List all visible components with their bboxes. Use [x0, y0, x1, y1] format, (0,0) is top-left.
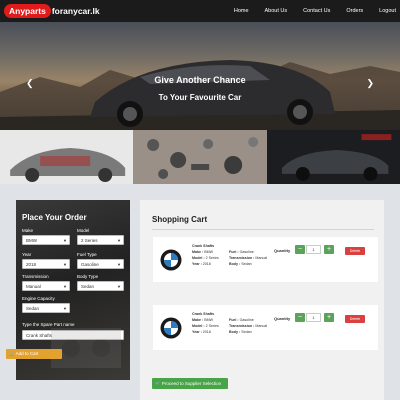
chevron-down-icon: ▼: [117, 262, 121, 267]
hero-subheading: To Your Favourite Car: [158, 93, 242, 102]
engine-capacity-label: Engine Capacity: [22, 296, 55, 301]
chevron-down-icon: ▼: [117, 238, 121, 243]
body-type-select[interactable]: Sedan ▼: [77, 281, 124, 291]
decrement-button[interactable]: −: [295, 313, 305, 322]
transmission-label: Transmission: [22, 274, 49, 279]
audi-car-image: [266, 130, 400, 184]
item-make: BMW: [204, 250, 213, 254]
nav-about[interactable]: About Us: [265, 8, 288, 14]
chevron-down-icon: ▼: [63, 306, 67, 311]
chevron-down-icon: ▼: [63, 262, 67, 267]
quantity-input[interactable]: 1: [306, 245, 321, 254]
delete-button[interactable]: Delete: [345, 247, 365, 255]
year-label: Year: [22, 252, 32, 257]
nav-home[interactable]: Home: [234, 8, 249, 14]
site-logo[interactable]: Anyparts foranycar.lk: [4, 4, 100, 18]
order-title: Place Your Order: [22, 213, 87, 222]
image-strip: [0, 130, 400, 184]
cart-item: Crank Shafts Make : BMW Model : 2 Series…: [153, 237, 378, 282]
cart-item: Crank Shafts Make : BMW Model : 2 Series…: [153, 305, 378, 350]
item-fuel: Gasoline: [239, 250, 254, 254]
cart-icon: 🛒: [9, 351, 15, 356]
spare-parts-image: [133, 130, 267, 184]
quantity-label: Quantity: [274, 248, 291, 253]
item-transmission: Manual: [255, 256, 268, 260]
logo-highlight: Anyparts: [4, 4, 51, 18]
make-select[interactable]: BMW ▼: [22, 235, 70, 245]
chevron-down-icon: ▼: [117, 284, 121, 289]
logo-text: foranycar.lk: [51, 6, 100, 16]
item-model: 2 Series: [205, 256, 219, 260]
item-name: Crank Shafts: [192, 312, 215, 316]
nav-menu: Home About Us Contact Us Orders Logout: [218, 0, 396, 22]
fuel-label: Fuel Type: [77, 252, 97, 257]
bmw-logo-icon: [160, 317, 182, 339]
item-fuel: Gasoline: [239, 318, 254, 322]
hero-heading: Give Another Chance: [154, 75, 246, 85]
nav-orders[interactable]: Orders: [346, 8, 363, 14]
item-body: Sedan: [241, 330, 252, 334]
bmw-logo-icon: [160, 249, 182, 271]
item-transmission: Manual: [255, 324, 268, 328]
chevron-down-icon: ▼: [63, 284, 67, 289]
top-navbar: Anyparts foranycar.lk Home About Us Cont…: [0, 0, 400, 22]
cart-title: Shopping Cart: [152, 215, 208, 224]
item-name: Crank Shafts: [192, 244, 215, 248]
add-to-cart-button[interactable]: 🛒 Add to Cart: [6, 349, 62, 359]
increment-button[interactable]: +: [324, 313, 334, 322]
engine-capacity-select[interactable]: Sedan ▼: [22, 303, 70, 313]
transmission-select[interactable]: Manual ▼: [22, 281, 70, 291]
fuel-select[interactable]: Gasoline ▼: [77, 259, 124, 269]
body-type-label: Body Type: [77, 274, 99, 279]
cart-divider: [152, 229, 374, 230]
car-parts-image: [0, 130, 134, 184]
quantity-label: Quantity: [274, 316, 291, 321]
item-year: 2018: [202, 330, 211, 334]
model-select[interactable]: 2 Series ▼: [77, 235, 124, 245]
chevron-left-icon[interactable]: ❮: [26, 78, 34, 89]
chevron-right-icon[interactable]: ❯: [366, 78, 374, 89]
engine-background-image: [51, 328, 121, 368]
model-label: Model: [77, 228, 90, 233]
proceed-to-supplier-button[interactable]: 🛒 Proceed to Supplier Selection: [152, 378, 228, 389]
year-select[interactable]: 2018 ▼: [22, 259, 70, 269]
increment-button[interactable]: +: [324, 245, 334, 254]
quantity-input[interactable]: 1: [306, 313, 321, 322]
item-body: Sedan: [241, 262, 252, 266]
chevron-down-icon: ▼: [63, 238, 67, 243]
item-year: 2018: [202, 262, 211, 266]
nav-logout[interactable]: Logout: [379, 8, 396, 14]
nav-contact[interactable]: Contact Us: [303, 8, 330, 14]
item-make: BMW: [204, 318, 213, 322]
delete-button[interactable]: Delete: [345, 315, 365, 323]
shopping-cart-panel: Shopping Cart Crank Shafts Make : BMW Mo…: [140, 200, 384, 400]
decrement-button[interactable]: −: [295, 245, 305, 254]
hero-carousel: Give Another Chance To Your Favourite Ca…: [0, 22, 400, 130]
cart-icon: 🛒: [155, 381, 161, 386]
make-label: Make: [22, 228, 34, 233]
item-model: 2 Series: [205, 324, 219, 328]
